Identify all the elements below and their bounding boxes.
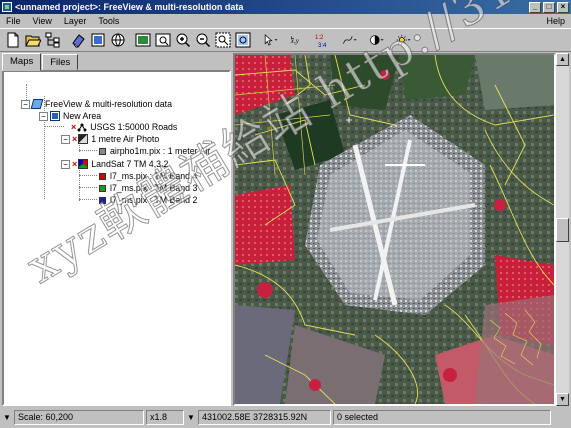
globe-icon[interactable] xyxy=(108,31,127,50)
pointer-icon[interactable] xyxy=(258,31,284,50)
scroll-up-button[interactable]: ▲ xyxy=(556,53,569,66)
status-coordinates: 431002.58E 3728315.92N xyxy=(198,409,331,425)
vector-layer-icon xyxy=(77,122,87,132)
tree-label-band3: l7_ms.pix : TM Band 3 xyxy=(110,183,198,193)
tree-node-airphoto[interactable]: − × 1 metre Air Photo xyxy=(61,133,159,145)
tree-connector xyxy=(79,175,97,176)
tree-label-roads: USGS 1:50000 Roads xyxy=(90,122,178,132)
tab-maps[interactable]: Maps xyxy=(2,53,42,71)
scroll-thumb[interactable] xyxy=(556,218,569,242)
satellite-image[interactable] xyxy=(235,55,554,404)
tree-node-project[interactable]: − FreeView & multi-resolution data xyxy=(21,98,172,110)
ratio-icon[interactable]: 1:2 3:4 xyxy=(312,31,331,50)
collapse-toggle[interactable]: − xyxy=(61,134,70,144)
collapse-toggle[interactable]: − xyxy=(39,111,48,121)
status-menu-icon[interactable]: ▼ xyxy=(2,410,12,425)
panel-tabs: Maps Files xyxy=(2,53,231,71)
tree-view-icon[interactable] xyxy=(43,31,62,50)
tree-connector xyxy=(44,126,64,127)
svg-text:1:2: 1:2 xyxy=(315,35,324,41)
brightness-icon[interactable] xyxy=(391,31,417,50)
tab-files[interactable]: Files xyxy=(42,54,79,70)
grayscale-image-icon xyxy=(78,134,89,144)
toolbar-separator xyxy=(128,31,132,50)
toolbar: x,y 1:2 3:4 xyxy=(0,28,571,52)
tree-label-landsat: LandSat 7 TM 4,3,2 xyxy=(91,159,169,169)
tree-connector xyxy=(79,150,97,151)
window-title: <unnamed project>: FreeView & multi-reso… xyxy=(15,2,244,12)
tree-node-airphoto-file[interactable]: airpho1m.pix : 1 meter Air xyxy=(99,145,210,157)
tree-label-area: New Area xyxy=(63,111,102,121)
title-bar: <unnamed project>: FreeView & multi-reso… xyxy=(0,0,571,14)
tree-connector xyxy=(79,199,97,200)
contrast-icon[interactable] xyxy=(364,31,390,50)
eraser-icon[interactable] xyxy=(68,31,87,50)
tree-node-landsat[interactable]: − × LandSat 7 TM 4,3,2 xyxy=(61,158,168,170)
menu-layer[interactable]: Layer xyxy=(58,16,93,26)
minimize-button[interactable]: _ xyxy=(529,1,541,13)
layer-panel: Maps Files − FreeView & multi-resolution… xyxy=(2,53,231,406)
toolbar-separator xyxy=(63,31,67,50)
collapse-toggle[interactable]: − xyxy=(21,99,30,109)
collapse-toggle[interactable]: − xyxy=(61,159,70,169)
toolbar-separator xyxy=(332,31,336,50)
tree-label-airphoto: 1 metre Air Photo xyxy=(91,134,160,144)
open-folder-icon[interactable] xyxy=(23,31,42,50)
map-view[interactable] xyxy=(233,53,556,406)
hidden-layer-icon[interactable]: × xyxy=(72,159,77,169)
rgb-image-icon xyxy=(78,159,89,169)
zoom-in-icon[interactable] xyxy=(173,31,192,50)
hidden-layer-icon[interactable]: × xyxy=(71,122,76,132)
tree-label-project: FreeView & multi-resolution data xyxy=(45,99,172,109)
area-icon xyxy=(50,111,60,121)
tree-node-band3[interactable]: l7_ms.pix : TM Band 3 xyxy=(99,182,197,194)
menu-view[interactable]: View xyxy=(27,16,58,26)
tree-connector xyxy=(79,187,97,188)
layer-tree: − FreeView & multi-resolution data − New… xyxy=(2,70,231,406)
coordinate-menu-icon[interactable]: ▼ xyxy=(186,410,196,425)
zoom-layer-icon[interactable] xyxy=(233,31,252,50)
new-icon[interactable] xyxy=(3,31,22,50)
green-channel-icon xyxy=(99,184,106,192)
status-scale: Scale: 60,200 xyxy=(14,409,144,425)
image-view-icon[interactable] xyxy=(133,31,152,50)
tree-node-roads[interactable]: × USGS 1:50000 Roads xyxy=(71,121,177,133)
menu-file[interactable]: File xyxy=(0,16,27,26)
scroll-down-button[interactable]: ▼ xyxy=(556,393,569,406)
tree-label-band2: l7_ms.pix : TM Band 2 xyxy=(110,195,198,205)
svg-text:3:4: 3:4 xyxy=(318,43,327,48)
hidden-layer-icon[interactable]: × xyxy=(72,134,77,144)
coordinate-readout-icon[interactable]: x,y xyxy=(285,31,311,50)
menu-help[interactable]: Help xyxy=(540,16,571,26)
vertical-scrollbar[interactable]: ▲ ▼ xyxy=(556,53,569,406)
tree-label-airphoto-file: airpho1m.pix : 1 meter Air xyxy=(110,146,211,156)
tree-node-band2[interactable]: l7_ms.pix : TM Band 2 xyxy=(99,194,197,206)
app-icon xyxy=(2,2,12,12)
menu-bar: File View Layer Tools Help xyxy=(0,14,571,28)
blue-channel-icon xyxy=(99,196,106,204)
menu-tools[interactable]: Tools xyxy=(92,16,125,26)
toolbar-separator xyxy=(253,31,257,50)
status-bar: ▼ Scale: 60,200 x1.8 ▼ 431002.58E 372831… xyxy=(0,407,571,427)
close-button[interactable]: × xyxy=(557,1,569,13)
zoom-out-icon[interactable] xyxy=(193,31,212,50)
project-icon xyxy=(30,99,44,109)
layer-properties-icon[interactable] xyxy=(88,31,107,50)
tree-label-band4: l7_ms.pix : TM Band 4 xyxy=(110,171,198,181)
zoom-box-icon[interactable] xyxy=(153,31,172,50)
tree-node-band4[interactable]: l7_ms.pix : TM Band 4 xyxy=(99,170,197,182)
maximize-button[interactable]: □ xyxy=(543,1,555,13)
zoom-extent-icon[interactable] xyxy=(213,31,232,50)
red-channel-icon xyxy=(99,172,106,180)
status-zoom: x1.8 xyxy=(146,409,184,425)
gray-channel-icon xyxy=(99,147,106,155)
status-selection: 0 selected xyxy=(333,409,551,425)
curve-tool-icon[interactable] xyxy=(337,31,363,50)
